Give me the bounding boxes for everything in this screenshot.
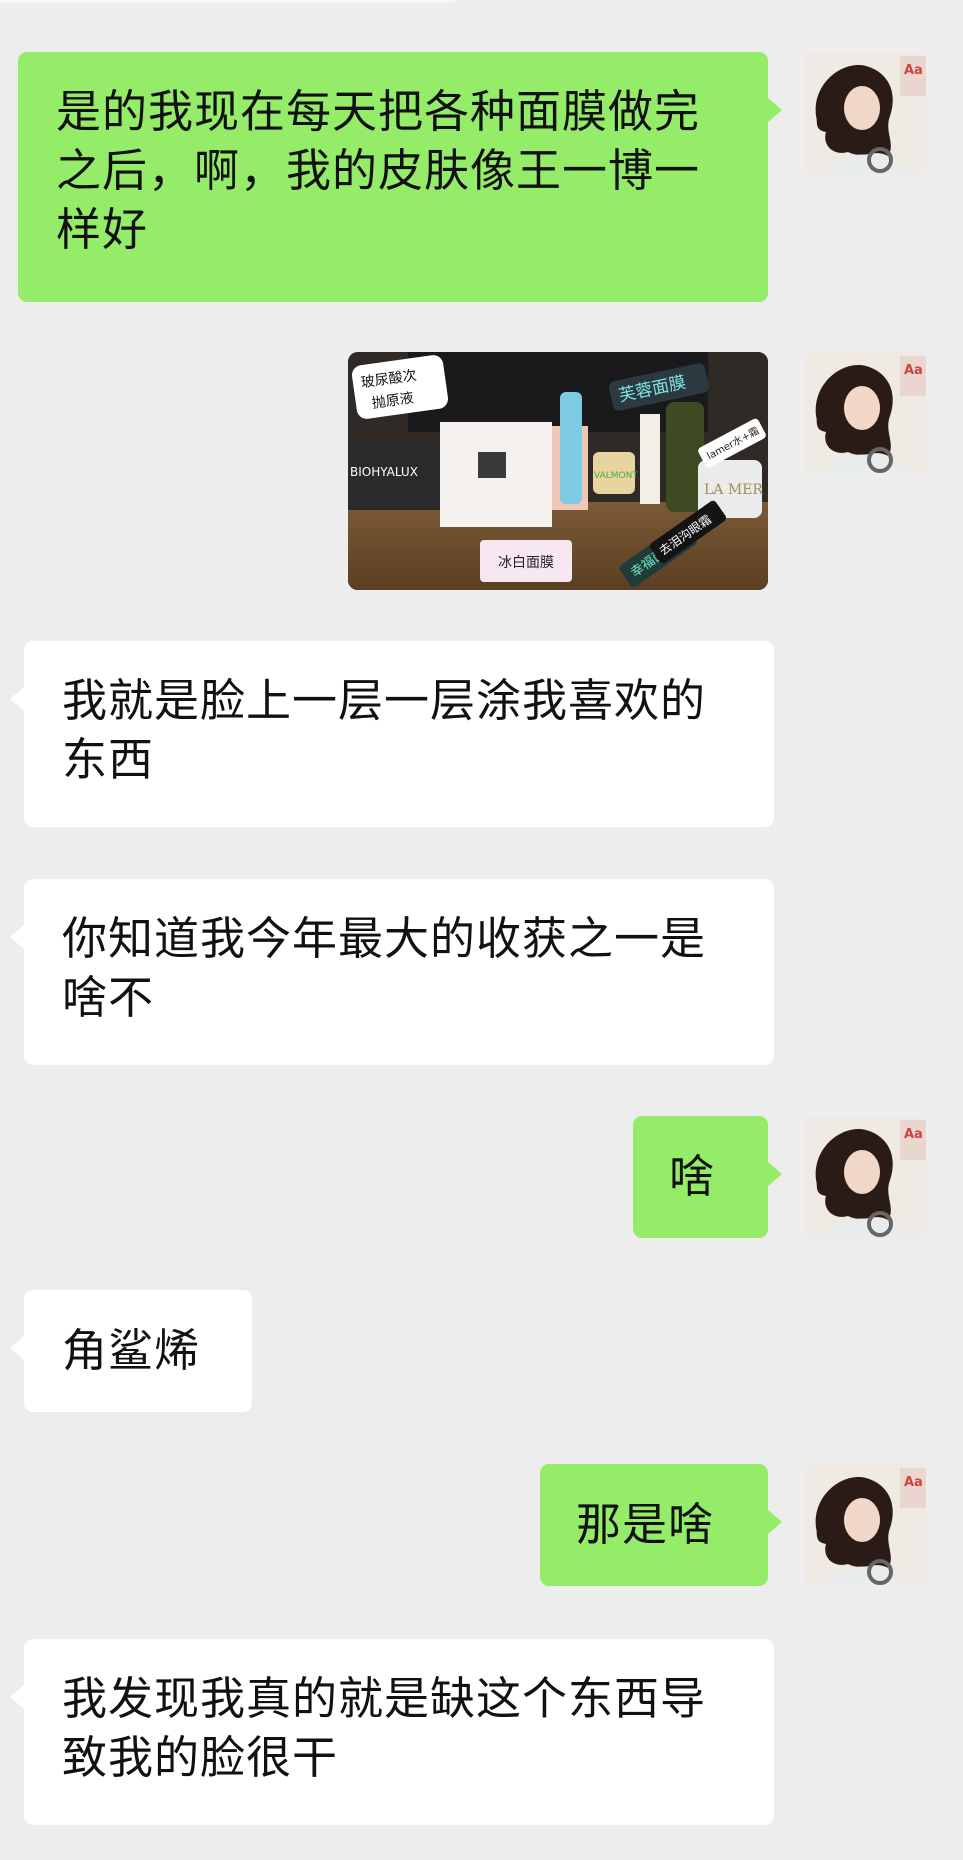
avatar-photo-icon: Aa — [804, 52, 926, 174]
image-message-skincare-products[interactable]: BIOHYALUX VALMONT LA MER 玻尿酸次 抛原液 芙蓉面膜 冰… — [348, 352, 768, 590]
message-bubble-incoming[interactable]: 你知道我今年最大的收获之一是啥不 — [24, 879, 774, 1065]
avatar-photo-icon: Aa — [804, 1464, 926, 1586]
message-bubble-outgoing[interactable]: 啥 — [633, 1116, 768, 1238]
avatar[interactable]: Aa — [804, 1116, 926, 1238]
avatar[interactable]: Aa — [804, 352, 926, 474]
bubble-tail — [768, 1510, 782, 1534]
message-row-outgoing: 啥 Aa — [0, 1116, 963, 1242]
message-row-outgoing: 那是啥 Aa — [0, 1464, 963, 1590]
bubble-tail — [768, 1162, 782, 1186]
message-text: 我发现我真的就是缺这个东西导致我的脸很干 — [62, 1672, 707, 1784]
message-bubble-outgoing[interactable]: 那是啥 — [540, 1464, 768, 1586]
message-text: 是的我现在每天把各种面膜做完之后，啊，我的皮肤像王一博一样好 — [56, 85, 701, 256]
brand-label: LA MER — [704, 482, 763, 498]
svg-text:Aa: Aa — [904, 363, 923, 378]
avatar[interactable]: Aa — [804, 1464, 926, 1586]
bubble-tail — [768, 98, 782, 122]
message-row-incoming: 角鲨烯 — [0, 1290, 963, 1416]
message-bubble-incoming[interactable]: 角鲨烯 — [24, 1290, 252, 1412]
message-text: 我就是脸上一层一层涂我喜欢的东西 — [62, 674, 707, 786]
message-row-outgoing: 是的我现在每天把各种面膜做完之后，啊，我的皮肤像王一博一样好 Aa — [0, 52, 963, 307]
image-caption: 冰白面膜 — [498, 555, 554, 571]
message-text: 你知道我今年最大的收获之一是啥不 — [62, 912, 707, 1024]
bubble-tail — [10, 1336, 24, 1360]
message-row-incoming: 我就是脸上一层一层涂我喜欢的东西 — [0, 641, 963, 831]
svg-text:Aa: Aa — [904, 1127, 923, 1142]
message-text: 啥 — [669, 1150, 716, 1203]
bubble-tail — [10, 1685, 24, 1709]
avatar-photo-icon: Aa — [804, 1116, 926, 1238]
svg-text:Aa: Aa — [904, 63, 923, 78]
message-row-outgoing-image: BIOHYALUX VALMONT LA MER 玻尿酸次 抛原液 芙蓉面膜 冰… — [0, 352, 963, 592]
bubble-tail — [10, 687, 24, 711]
message-bubble-incoming[interactable]: 我发现我真的就是缺这个东西导致我的脸很干 — [24, 1639, 774, 1825]
bubble-tail — [10, 925, 24, 949]
avatar[interactable]: Aa — [804, 52, 926, 174]
svg-text:Aa: Aa — [904, 1475, 923, 1490]
message-bubble-outgoing[interactable]: 是的我现在每天把各种面膜做完之后，啊，我的皮肤像王一博一样好 — [18, 52, 768, 302]
brand-label: VALMONT — [594, 471, 638, 481]
avatar-photo-icon: Aa — [804, 352, 926, 474]
message-row-incoming: 你知道我今年最大的收获之一是啥不 — [0, 879, 963, 1069]
message-text: 那是啥 — [576, 1498, 715, 1551]
message-text: 角鲨烯 — [62, 1324, 201, 1377]
message-bubble-incoming[interactable]: 我就是脸上一层一层涂我喜欢的东西 — [24, 641, 774, 827]
message-row-incoming: 我发现我真的就是缺这个东西导致我的脸很干 — [0, 1639, 963, 1829]
brand-label: BIOHYALUX — [350, 465, 418, 479]
top-divider-strip — [0, 0, 455, 3]
